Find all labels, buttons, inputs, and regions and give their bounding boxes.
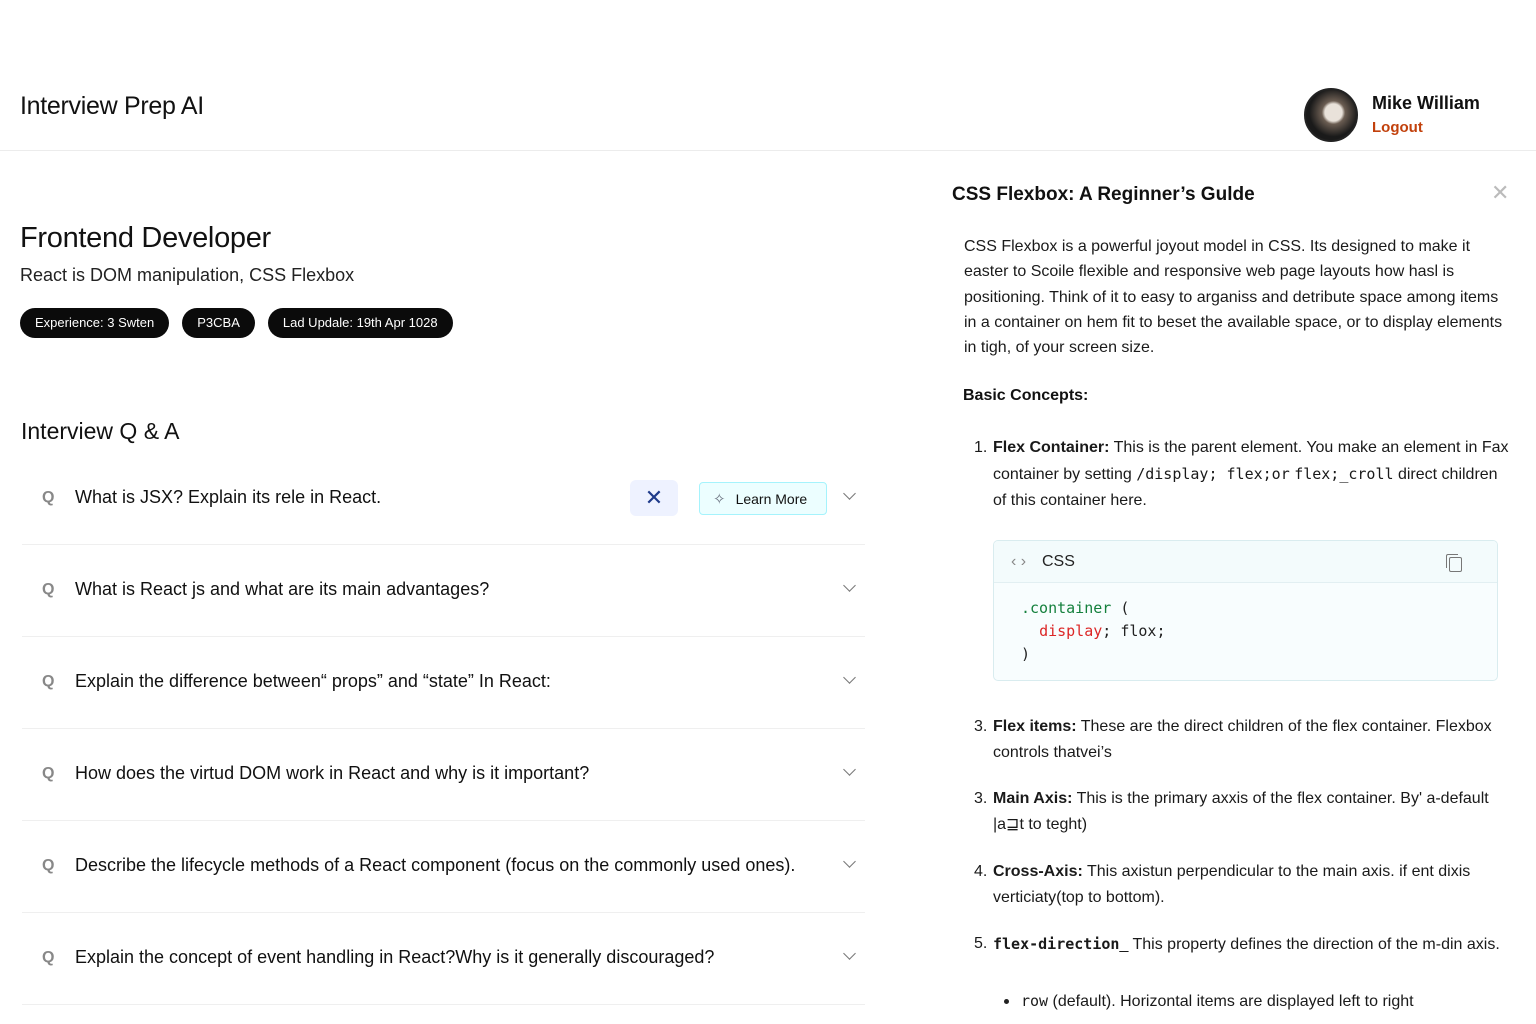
item-number: 1. [974, 439, 988, 456]
code-brace: ) [1021, 645, 1031, 663]
question-text: What is React js and what are its main a… [75, 579, 490, 599]
concept-item-3: 3. Main Axis: This is the primary axxis … [974, 786, 1509, 838]
chevron-down-icon[interactable] [844, 859, 856, 871]
item-text: _ This property defines the direction of… [1119, 936, 1500, 953]
question-icon: Q [42, 489, 55, 506]
bullet-dot [1004, 999, 1009, 1005]
chevron-down-icon[interactable] [844, 583, 856, 595]
item-term: Flex items: [993, 718, 1077, 735]
inline-code: /display; flex; [1136, 465, 1272, 483]
app-title: Interview Prep AI [20, 92, 204, 120]
top-header: Interview Prep AI Mike William Logout [0, 0, 1536, 151]
drawer-intro-text: CSS Flexbox is a powerful joyout model i… [964, 238, 1503, 357]
question-icon: Q [42, 673, 55, 690]
concept-item-2: 3. Flex items: These are the direct chil… [974, 714, 1509, 766]
user-name: Mike William [1372, 93, 1480, 113]
item-text: or [1271, 465, 1290, 483]
inline-code: flex;_croll [1294, 465, 1394, 483]
chevron-down-icon[interactable] [844, 951, 856, 963]
questions-badge: P3CBA [182, 308, 255, 338]
learn-more-drawer: CSS Flexbox: A Reginner’s Gulde ✕ CSS Fl… [930, 152, 1536, 1024]
qa-item[interactable]: Q What is JSX? Explain its rele in React… [22, 453, 865, 545]
learn-more-button[interactable]: ✧ Learn More [699, 482, 827, 515]
experience-badge: Experience: 3 Swten [20, 308, 170, 338]
code-language-label: CSS [1042, 553, 1075, 570]
question-text: What is JSX? Explain its rele in React. [75, 487, 382, 507]
question-icon: Q [42, 857, 55, 874]
qa-item[interactable]: Q What is React js and what are its main… [22, 545, 865, 637]
logout-link[interactable]: Logout [1372, 119, 1423, 136]
question-text: Describe the lifecycle methods of a Reac… [75, 855, 796, 875]
question-icon: Q [42, 949, 55, 966]
item-number: 3. [974, 718, 988, 735]
question-icon: Q [42, 581, 55, 598]
code-property: display [1039, 622, 1103, 640]
code-brackets-icon: ‹ › [1011, 553, 1027, 570]
item-text: (default). Horizontal items are displaye… [1048, 993, 1414, 1010]
qa-item[interactable]: Q Describe the lifecycle methods of a Re… [22, 821, 865, 913]
role-topics: React is DOM manipulation, CSS Flexbox [20, 265, 355, 285]
question-icon: Q [42, 765, 55, 782]
concept-item-4: 4. Cross-Axis: This axistun perpendicula… [974, 859, 1509, 911]
code-block-header: ‹ › CSS [994, 541, 1497, 583]
chevron-down-icon[interactable] [844, 767, 856, 779]
inline-code: flex-direction [993, 935, 1120, 953]
drawer-title: CSS Flexbox: A Reginner’s Gulde [952, 184, 1255, 205]
item-term: Main Axis: [993, 790, 1073, 807]
session-badges: Experience: 3 Swten P3CBA Lad Updale: 19… [20, 308, 453, 338]
sparkle-icon: ✧ [713, 490, 726, 508]
sub-bullet-item: row (default). Horizontal items are disp… [1004, 992, 1414, 1011]
question-text: How does the virtud DOM work in React an… [75, 763, 590, 783]
item-number: 4. [974, 863, 988, 880]
chevron-down-icon[interactable] [844, 491, 856, 503]
copy-icon[interactable] [1446, 554, 1462, 572]
concept-item-5: 5. flex-direction_ This property defines… [974, 931, 1509, 958]
learn-more-label: Learn More [735, 490, 808, 507]
code-selector: .container [1021, 599, 1112, 617]
user-avatar[interactable] [1304, 88, 1358, 142]
section-heading: Basic Concepts: [963, 387, 1089, 404]
code-value: ; flox; [1102, 622, 1166, 640]
qa-section-title: Interview Q & A [21, 418, 180, 444]
code-content: .container ( display; flox; ) [994, 583, 1497, 666]
concept-item-1: 1. Flex Container: This is the parent el… [974, 435, 1509, 514]
qa-item[interactable]: Q Explain the difference between“ props”… [22, 637, 865, 729]
item-term: Cross-Axis: [993, 863, 1083, 880]
question-text: Explain the difference between“ props” a… [75, 671, 551, 691]
close-icon[interactable]: ✕ [1491, 180, 1509, 206]
item-number: 5. [974, 935, 988, 952]
role-title: Frontend Developer [20, 222, 271, 254]
question-text: Explain the concept of event handling in… [75, 947, 715, 967]
pin-toggle-button[interactable]: ✕ [630, 480, 678, 516]
code-block: ‹ › CSS .container ( display; flox; ) [993, 540, 1498, 681]
item-number: 3. [974, 790, 988, 807]
qa-item[interactable]: Q Explain the concept of event handling … [22, 913, 865, 1005]
qa-list: Q What is JSX? Explain its rele in React… [22, 453, 865, 1005]
qa-item[interactable]: Q How does the virtud DOM work in React … [22, 729, 865, 821]
inline-code: row [1021, 992, 1049, 1010]
chevron-down-icon[interactable] [844, 675, 856, 687]
item-term: Flex Container: [993, 439, 1110, 456]
last-updated-badge: Lad Updale: 19th Apr 1028 [267, 308, 453, 338]
code-brace: ( [1111, 599, 1130, 617]
